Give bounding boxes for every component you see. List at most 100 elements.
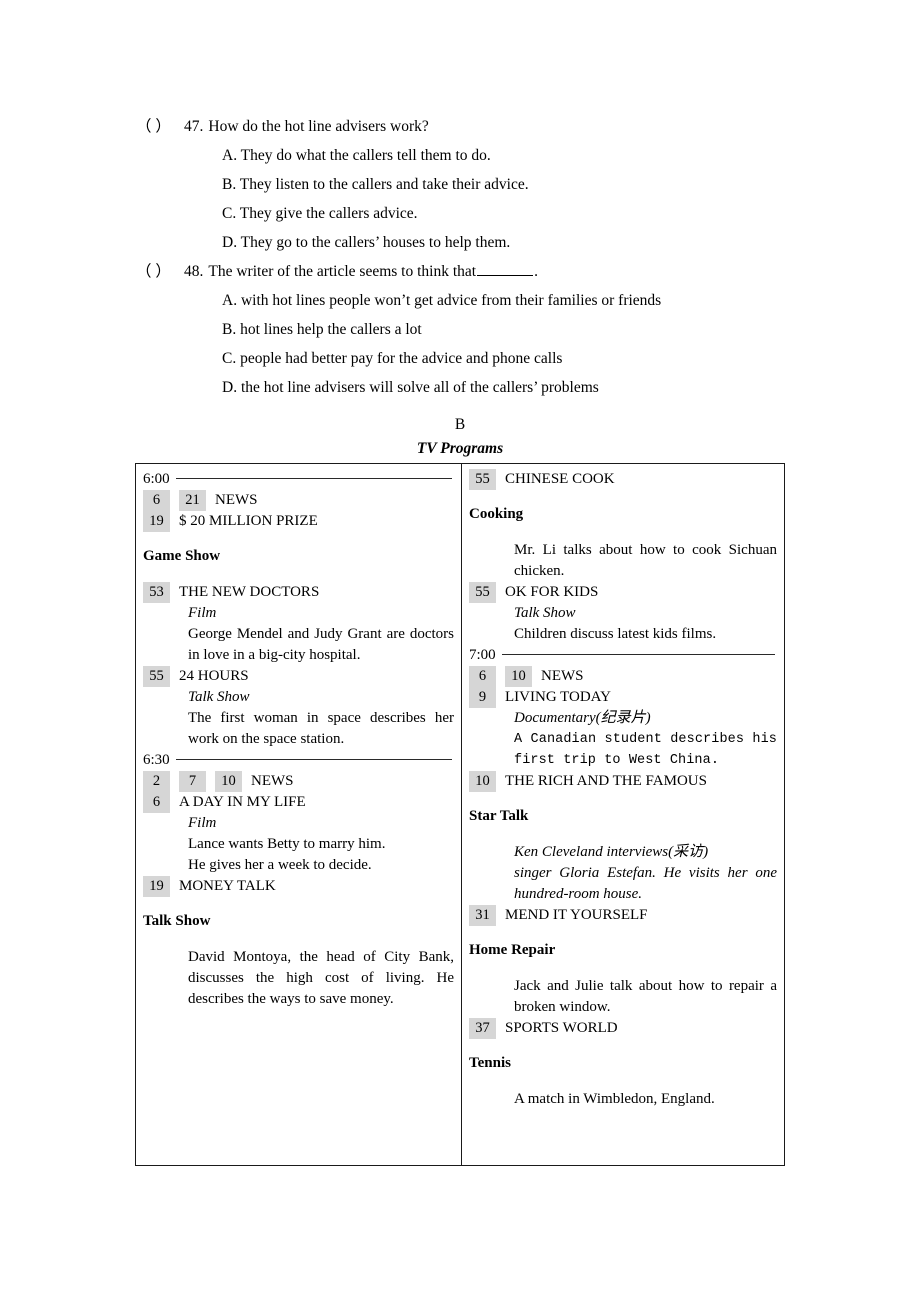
program-stack: SPORTS WORLD [496, 1018, 777, 1039]
program-description: A match in Wimbledon, England. [514, 1091, 715, 1107]
question-stem-48: The writer of the article seems to think… [208, 263, 477, 280]
listing-money-talk: 19 MONEY TALK [143, 876, 454, 897]
program-genre: Talk Show [188, 689, 250, 705]
channel-badge[interactable]: 21 [179, 490, 206, 511]
channel-badge[interactable]: 10 [469, 771, 496, 792]
program-title[interactable]: MEND IT YOURSELF [505, 905, 648, 926]
program-stack: OK FOR KIDS [496, 582, 777, 603]
program-description: David Montoya, the head of City Bank, di… [188, 949, 454, 1007]
channel-badge[interactable]: 6 [469, 666, 496, 687]
program-stack: 24 HOURS [170, 666, 454, 687]
program-title[interactable]: $ 20 MILLION PRIZE [179, 511, 318, 532]
option-48-d[interactable]: D. the hot line advisers will solve all … [136, 373, 836, 402]
channel-badge[interactable]: 6 [143, 490, 170, 511]
program-stack: 21 NEWS $ 20 MILLION PRIZE [170, 490, 454, 532]
listing-sports-world: 37 SPORTS WORLD [469, 1018, 777, 1039]
time-label: 7:00 [469, 647, 496, 663]
option-47-c[interactable]: C. They give the callers advice. [136, 199, 836, 228]
channel-badge[interactable]: 37 [469, 1018, 496, 1039]
program-title[interactable]: NEWS [215, 490, 258, 511]
channel-stack: 2 6 [143, 771, 170, 813]
program-title[interactable]: CHINESE COOK [505, 469, 615, 490]
channel-stack: 55 [143, 666, 170, 687]
program-description: Ken Cleveland interviews(采访) [514, 844, 709, 860]
program-title[interactable]: NEWS [251, 771, 294, 792]
program-line: 7 10 NEWS [170, 771, 454, 792]
channel-badge[interactable]: 55 [143, 666, 170, 687]
program-title[interactable]: 24 HOURS [179, 666, 249, 687]
channel-stack: 37 [469, 1018, 496, 1039]
listing-news-600: 6 19 21 NEWS $ 20 MILLION PRIZE [143, 490, 454, 532]
channel-badge[interactable]: 2 [143, 771, 170, 792]
channel-badge[interactable]: 7 [179, 771, 206, 792]
program-title[interactable]: THE RICH AND THE FAMOUS [505, 771, 707, 792]
option-48-a[interactable]: A. with hot lines people won’t get advic… [136, 286, 836, 315]
program-title[interactable]: NEWS [541, 666, 584, 687]
program-title[interactable]: LIVING TODAY [505, 687, 611, 708]
channel-stack: 55 [469, 469, 496, 490]
program-line: CHINESE COOK [496, 469, 777, 490]
program-stack: MONEY TALK [170, 876, 454, 897]
program-description: He gives her a week to decide. [188, 857, 372, 873]
channel-badge[interactable]: 19 [143, 511, 170, 532]
channel-badge[interactable]: 6 [143, 792, 170, 813]
program-stack: THE RICH AND THE FAMOUS [496, 771, 777, 792]
genre-heading-tennis: Tennis [469, 1055, 511, 1071]
option-47-a[interactable]: A. They do what the callers tell them to… [136, 141, 836, 170]
program-title[interactable]: SPORTS WORLD [505, 1018, 618, 1039]
program-line: MONEY TALK [170, 876, 454, 897]
channel-badge[interactable]: 53 [143, 582, 170, 603]
listing-news-700: 6 9 10 NEWS LIVING TODAY [469, 666, 777, 708]
channel-badge[interactable]: 10 [505, 666, 532, 687]
program-title[interactable]: MONEY TALK [179, 876, 276, 897]
program-description: Jack and Julie talk about how to repair … [514, 978, 777, 1015]
question-number-47: 47. [184, 118, 204, 135]
channel-badge[interactable]: 9 [469, 687, 496, 708]
listing-chinese-cook: 55 CHINESE COOK [469, 469, 777, 490]
time-divider-rule [175, 759, 452, 760]
channel-stack: 19 [143, 876, 170, 897]
program-line: A DAY IN MY LIFE [170, 792, 454, 813]
option-47-b[interactable]: B. They listen to the callers and take t… [136, 170, 836, 199]
section-title: TV Programs [416, 440, 504, 457]
option-48-c[interactable]: C. people had better pay for the advice … [136, 344, 836, 373]
channel-badge[interactable]: 19 [143, 876, 170, 897]
time-label: 6:00 [143, 471, 170, 487]
channel-badge[interactable]: 55 [469, 582, 496, 603]
program-title[interactable]: THE NEW DOCTORS [179, 582, 319, 603]
program-line: SPORTS WORLD [496, 1018, 777, 1039]
genre-heading-cooking: Cooking [469, 506, 524, 522]
section-letter: B [454, 416, 466, 433]
program-description: The first woman in space describes her w… [188, 710, 454, 747]
channel-badge[interactable]: 55 [469, 469, 496, 490]
answer-paren-47[interactable]: （ ） [136, 112, 184, 141]
answer-paren-48[interactable]: （ ） [136, 257, 184, 286]
program-description: singer Gloria Estefan. He visits her one… [514, 865, 777, 902]
program-stack: 10 NEWS LIVING TODAY [496, 666, 777, 708]
program-title[interactable]: OK FOR KIDS [505, 582, 598, 603]
option-48-b[interactable]: B. hot lines help the callers a lot [136, 315, 836, 344]
program-description: Mr. Li talks about how to cook Sichuan c… [514, 542, 777, 579]
program-genre: Documentary(纪录片) [514, 710, 651, 726]
time-divider-rule [501, 654, 775, 655]
program-line: THE NEW DOCTORS [170, 582, 454, 603]
question-number-48: 48. [184, 263, 204, 280]
fill-in-blank-48[interactable] [477, 263, 534, 276]
time-divider-rule [175, 478, 452, 479]
program-genre: Film [188, 815, 217, 831]
channel-stack: 55 [469, 582, 496, 603]
program-line: LIVING TODAY [496, 687, 777, 708]
program-title[interactable]: A DAY IN MY LIFE [179, 792, 306, 813]
channel-badge[interactable]: 10 [215, 771, 242, 792]
program-line: 21 NEWS [170, 490, 454, 511]
time-label: 6:30 [143, 752, 170, 768]
channel-badge[interactable]: 31 [469, 905, 496, 926]
channel-stack: 6 19 [143, 490, 170, 532]
program-description: Children discuss latest kids films. [514, 626, 717, 642]
option-47-d[interactable]: D. They go to the callers’ houses to hel… [136, 228, 836, 257]
program-line: 10 NEWS [496, 666, 777, 687]
listing-the-rich-and-the-famous: 10 THE RICH AND THE FAMOUS [469, 771, 777, 792]
genre-heading-home-repair: Home Repair [469, 942, 556, 958]
genre-heading-talk-show: Talk Show [143, 913, 211, 929]
genre-heading-star-talk: Star Talk [469, 808, 529, 824]
